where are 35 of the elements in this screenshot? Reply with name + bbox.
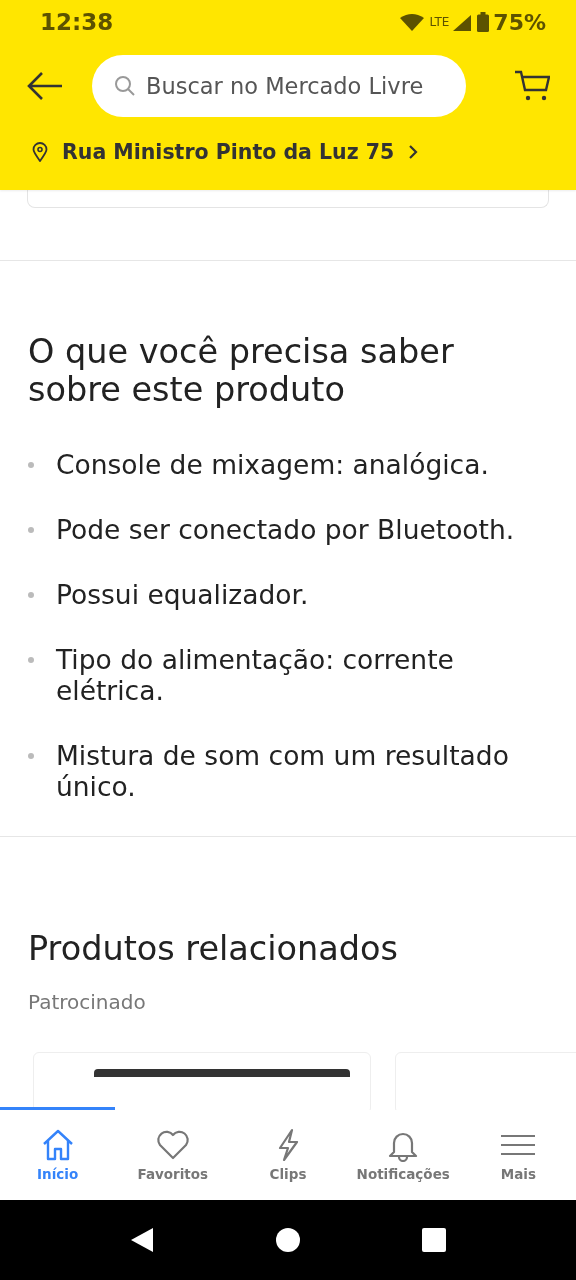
section-title: O que você precisa saber sobre este produto: [28, 333, 455, 409]
nav-tab[interactable]: Notificações: [345, 1110, 461, 1200]
network-label: LTE: [429, 15, 450, 29]
recents-icon[interactable]: [421, 1227, 447, 1253]
feature-text: Pode ser conectado por Bluetooth.: [56, 514, 515, 545]
bullet-icon: [28, 753, 34, 759]
address-link[interactable]: Rua Ministro Pinto da Luz 75: [0, 118, 419, 164]
location-pin-icon: [32, 142, 48, 162]
search-field[interactable]: Buscar no Mercado Livre: [92, 55, 466, 117]
feature-text: Mistura de som com um resultado único.: [56, 740, 510, 802]
bullet-icon: [28, 527, 34, 533]
section-title: Produtos relacionados: [28, 930, 400, 968]
battery-level: 75%: [493, 9, 546, 35]
sponsored-label: Patrocinado: [28, 990, 147, 1014]
nav-tab[interactable]: Favoritos: [115, 1110, 231, 1200]
cart-icon[interactable]: [514, 70, 550, 102]
bullet-icon: [28, 592, 34, 598]
bullet-icon: [28, 462, 34, 468]
nav-tab[interactable]: Clips: [230, 1110, 346, 1200]
back-icon[interactable]: [26, 71, 64, 101]
chevron-right-icon: [408, 144, 419, 160]
nav-tab[interactable]: Início: [0, 1110, 116, 1200]
bullet-icon: [28, 657, 34, 663]
feature-text: Possui equalizador.: [56, 579, 309, 610]
search-icon: [114, 75, 136, 97]
heart-icon: [155, 1128, 190, 1162]
back-icon[interactable]: [129, 1226, 155, 1254]
nav-tab[interactable]: Mais: [460, 1110, 576, 1200]
signal-icon: [453, 13, 474, 31]
feature-text: Console de mixagem: analógica.: [56, 449, 489, 480]
home-icon[interactable]: [275, 1227, 301, 1253]
status-time: 12:38: [40, 9, 114, 35]
wifi-icon: [399, 13, 426, 31]
battery-icon: [477, 12, 490, 32]
feature-text: Tipo do alimentação: corrente elétrica.: [56, 644, 455, 706]
